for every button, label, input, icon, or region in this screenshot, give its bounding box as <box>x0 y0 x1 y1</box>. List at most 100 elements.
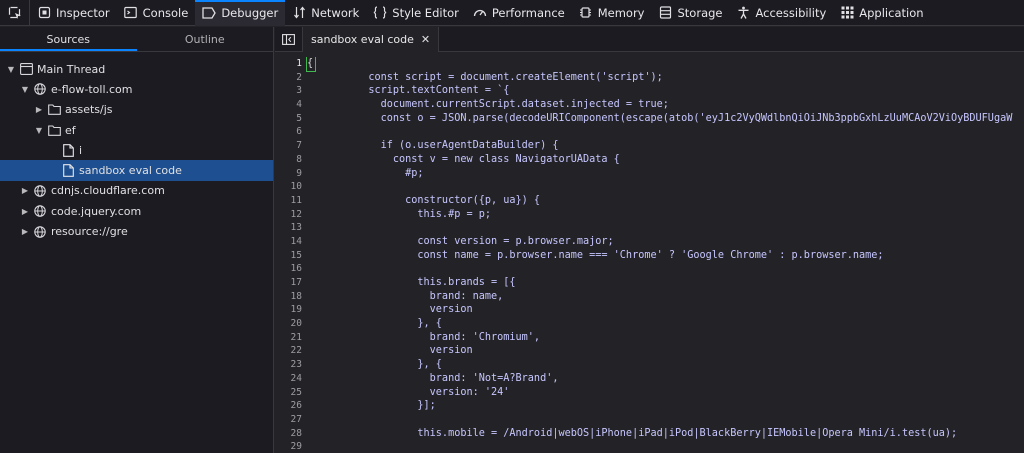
editor-tab-sandbox-eval-code[interactable]: sandbox eval code ✕ <box>303 26 440 52</box>
line-number[interactable]: 5 <box>275 112 305 126</box>
chevron-down-icon[interactable]: ▼ <box>19 85 31 94</box>
line-number[interactable]: 7 <box>275 139 305 153</box>
sidebar-toggle-icon <box>282 33 295 45</box>
folder-icon <box>47 103 61 117</box>
tab-network[interactable]: Network <box>285 0 366 26</box>
editor-tab-label: sandbox eval code <box>311 32 414 46</box>
code-line: this.brands = [{ <box>307 277 516 288</box>
tab-accessibility[interactable]: Accessibility <box>730 0 834 26</box>
line-number[interactable]: 22 <box>275 344 305 358</box>
line-number[interactable]: 13 <box>275 221 305 235</box>
debugger-icon <box>202 6 217 20</box>
tab-storage[interactable]: Storage <box>652 0 730 26</box>
tree-node[interactable]: ▶ resource://gre <box>0 221 273 241</box>
line-number[interactable]: 26 <box>275 399 305 413</box>
line-number[interactable]: 14 <box>275 235 305 249</box>
tree-node-label: i <box>79 143 83 157</box>
code-line: brand: 'Not=A?Brand', <box>307 372 559 384</box>
line-number[interactable]: 23 <box>275 358 305 372</box>
toggle-sources-button[interactable] <box>275 26 303 52</box>
line-number[interactable]: 21 <box>275 331 305 345</box>
tab-label: Accessibility <box>755 5 827 20</box>
line-number[interactable]: 17 <box>275 276 305 290</box>
line-number[interactable]: 4 <box>275 98 305 112</box>
element-picker-button[interactable] <box>0 0 30 26</box>
line-number[interactable]: 18 <box>275 290 305 304</box>
code-line: const script = document.createElement('s… <box>307 71 663 83</box>
line-number[interactable]: 8 <box>275 153 305 167</box>
tab-performance[interactable]: Performance <box>466 0 572 26</box>
line-number[interactable]: 25 <box>275 386 305 400</box>
line-number[interactable]: 20 <box>275 317 305 331</box>
tree-node-label: code.jquery.com <box>51 204 142 218</box>
chevron-right-icon[interactable]: ▶ <box>19 207 31 216</box>
close-icon[interactable]: ✕ <box>421 33 430 46</box>
globe-icon <box>33 82 47 96</box>
line-number[interactable]: 1 <box>275 57 305 71</box>
line-number[interactable]: 6 <box>275 125 305 139</box>
line-gutter: 1 2 3 4 5 6 7 8 9 10 11 12 13 14 15 16 17 18 19 20 21 22 23 24 2… <box>275 57 305 453</box>
tree-node-label: Main Thread <box>37 62 106 76</box>
tab-label: Style Editor <box>392 5 459 20</box>
line-number[interactable]: 3 <box>275 84 305 98</box>
tree-node[interactable]: i <box>0 140 273 160</box>
code-lines: { const script = document.createElement(… <box>306 57 1024 453</box>
chevron-right-icon[interactable]: ▶ <box>19 227 31 236</box>
tab-debugger[interactable]: Debugger <box>195 0 286 26</box>
code-editor[interactable]: 1 2 3 4 5 6 7 8 9 10 11 12 13 14 15 16 17 18 19 20 21 22 23 24 2… <box>275 57 1024 453</box>
tab-inspector[interactable]: Inspector <box>30 0 117 26</box>
tree-node[interactable]: ▶ assets/js <box>0 100 273 120</box>
line-number[interactable]: 15 <box>275 249 305 263</box>
globe-icon <box>33 184 47 198</box>
tree-node[interactable]: ▶ code.jquery.com <box>0 201 273 221</box>
tab-console[interactable]: Console <box>117 0 196 26</box>
tree-node[interactable]: ▶ cdnjs.cloudflare.com <box>0 181 273 201</box>
line-number[interactable]: 24 <box>275 372 305 386</box>
tree-node[interactable]: sandbox eval code <box>0 160 273 181</box>
code-line: }, { <box>307 359 442 371</box>
line-number[interactable]: 29 <box>275 440 305 453</box>
tab-label: Memory <box>597 5 645 20</box>
line-number[interactable]: 19 <box>275 303 305 317</box>
code-line: version <box>307 345 473 357</box>
line-number[interactable]: 11 <box>275 194 305 208</box>
tab-memory[interactable]: Memory <box>572 0 652 26</box>
line-number[interactable]: 27 <box>275 413 305 427</box>
window-icon <box>19 62 33 76</box>
code-line: brand: name, <box>307 290 504 302</box>
accessibility-icon <box>737 6 751 20</box>
tab-sources[interactable]: Sources <box>0 27 137 51</box>
tree-node[interactable]: ▼ e-flow-toll.com <box>0 79 273 99</box>
line-number[interactable]: 12 <box>275 208 305 222</box>
storage-icon <box>659 6 673 20</box>
code-line: this.#p = p; <box>307 208 492 220</box>
chevron-down-icon[interactable]: ▼ <box>33 126 45 135</box>
tab-application[interactable]: Application <box>833 0 930 26</box>
tab-label: Application <box>859 5 924 20</box>
code-line: const version = p.browser.major; <box>307 235 614 247</box>
code-line: this.mobile = /Android|webOS|iPhone|iPad… <box>307 427 958 439</box>
memory-icon <box>579 6 593 20</box>
line-number[interactable]: 2 <box>275 71 305 85</box>
code-line: const name = p.browser.name === 'Chrome'… <box>307 249 884 261</box>
tab-outline[interactable]: Outline <box>137 27 274 51</box>
chevron-down-icon[interactable]: ▼ <box>5 65 17 74</box>
tab-style-editor[interactable]: Style Editor <box>366 0 466 26</box>
editor-panel: sandbox eval code ✕ 1 2 3 4 5 6 7 8 9 10 11 12 13 14 1… <box>275 26 1024 453</box>
tab-label: Console <box>142 5 189 20</box>
tree-node[interactable]: ▼ ef <box>0 120 273 140</box>
line-number[interactable]: 9 <box>275 167 305 181</box>
devtools-toolbar: Inspector Console Debugger Network Style Edi… <box>0 0 1024 26</box>
line-number[interactable]: 10 <box>275 180 305 194</box>
file-icon <box>61 164 75 178</box>
line-number[interactable]: 28 <box>275 427 305 441</box>
console-icon <box>124 6 138 20</box>
chevron-right-icon[interactable]: ▶ <box>19 186 31 195</box>
code-line: if (o.userAgentDataBuilder) { <box>307 140 559 152</box>
line-number[interactable]: 16 <box>275 262 305 276</box>
chevron-right-icon[interactable]: ▶ <box>33 105 45 114</box>
tree-node[interactable]: ▼ Main Thread <box>0 59 273 79</box>
editor-tabs: sandbox eval code ✕ <box>275 26 1024 52</box>
